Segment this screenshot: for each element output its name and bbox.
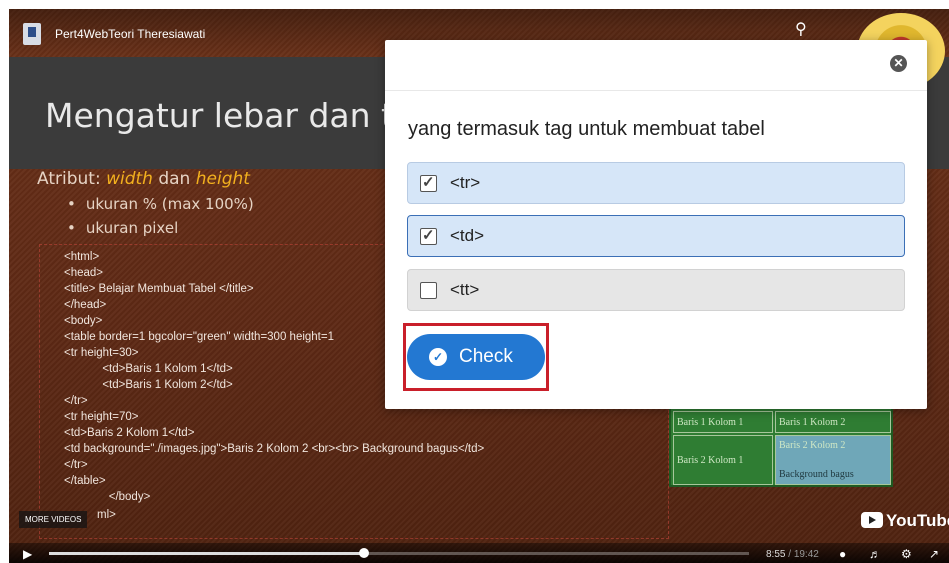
search-icon[interactable]: ⚲ <box>795 19 807 39</box>
progress-thumb[interactable] <box>359 548 369 558</box>
quiz-option-tr[interactable]: ✓ <tr> <box>407 162 905 204</box>
rendered-table-preview: Baris 1 Kolom 1 Baris 1 Kolom 2 Baris 2 … <box>669 407 893 487</box>
youtube-play-icon <box>861 512 883 528</box>
table-cell-text: Baris 1 Kolom 1 <box>677 417 744 428</box>
youtube-logo[interactable]: YouTube <box>861 511 949 531</box>
quiz-option-label: <td> <box>450 226 485 245</box>
table-cell-text: Baris 2 Kolom 1 <box>677 455 744 466</box>
time-total: 19:42 <box>793 549 819 560</box>
code-line: <html> <box>64 251 100 263</box>
code-line: </table> <box>64 475 106 487</box>
code-line: </tr> <box>64 395 88 407</box>
checkmark-circle-icon: ✓ <box>429 348 447 366</box>
code-line: <td background="./images.jpg">Baris 2 Ko… <box>64 443 485 455</box>
progress-bar[interactable] <box>49 548 749 558</box>
more-videos-button[interactable]: MORE VIDEOS <box>19 511 88 528</box>
attr-height: height <box>195 169 250 189</box>
table-cell-text: Background bagus <box>779 469 854 480</box>
attr-width: width <box>106 169 153 189</box>
channel-logo-icon[interactable] <box>23 23 41 45</box>
checkmark-icon: ✓ <box>422 174 435 191</box>
code-line: <body> <box>64 315 103 327</box>
quiz-modal: ✕ yang termasuk tag untuk membuat tabel … <box>385 40 927 409</box>
code-line: <title> Belajar Membuat Tabel </title> <box>64 283 254 295</box>
time-separator: / <box>785 549 794 560</box>
code-line: <td>Baris 1 Kolom 1</td> <box>64 363 233 375</box>
check-button[interactable]: ✓ Check <box>407 334 545 380</box>
quiz-option-label: <tt> <box>450 280 480 299</box>
quiz-option-tt[interactable]: <tt> <box>407 269 905 311</box>
code-line: <tr height=70> <box>64 411 139 423</box>
checkbox-checked[interactable]: ✓ <box>420 227 437 245</box>
attr-and: dan <box>152 169 196 189</box>
progress-played <box>49 552 364 555</box>
play-icon[interactable]: ▶ <box>23 547 32 561</box>
checkbox-unchecked[interactable] <box>420 282 437 299</box>
volume-icon[interactable]: ♬ <box>869 547 881 561</box>
code-line: </tr> <box>64 459 88 471</box>
checkbox-checked[interactable]: ✓ <box>420 174 437 192</box>
modal-divider <box>385 90 927 91</box>
close-icon[interactable]: ✕ <box>890 55 907 72</box>
check-button-label: Check <box>459 346 513 367</box>
fullscreen-icon[interactable]: ↗ <box>929 547 939 561</box>
code-line: ml> <box>97 509 116 521</box>
code-line: </head> <box>64 299 107 311</box>
quiz-option-label: <tr> <box>450 173 481 192</box>
time-display: 8:55 / 19:42 <box>766 549 819 560</box>
quiz-question: yang termasuk tag untuk membuat tabel <box>408 118 765 140</box>
channel-watermark-icon[interactable]: ● <box>839 547 846 561</box>
code-line: <td>Baris 2 Kolom 1</td> <box>64 427 195 439</box>
slide-bullet: ukuran pixel <box>67 219 178 237</box>
table-cell-text: Baris 2 Kolom 2 <box>779 440 846 451</box>
quiz-option-td[interactable]: ✓ <td> <box>407 215 905 257</box>
youtube-label: YouTube <box>886 511 949 530</box>
settings-gear-icon[interactable]: ⚙ <box>901 547 912 561</box>
video-title[interactable]: Pert4WebTeori Theresiawati <box>55 27 205 41</box>
code-line: <table border=1 bgcolor="green" width=30… <box>64 331 334 343</box>
table-cell-text: Baris 1 Kolom 2 <box>779 417 846 428</box>
code-line: </body> <box>64 491 151 503</box>
slide-attribute-line: Atribut: width dan height <box>37 169 250 189</box>
slide-bullet: ukuran % (max 100%) <box>67 195 254 213</box>
code-line: <head> <box>64 267 104 279</box>
time-current: 8:55 <box>766 549 786 560</box>
slide-title: Mengatur lebar dan ti <box>45 96 404 135</box>
attr-prefix: Atribut: <box>37 169 107 189</box>
checkmark-icon: ✓ <box>422 227 435 244</box>
code-line: <tr height=30> <box>64 347 139 359</box>
code-line: <td>Baris 1 Kolom 2</td> <box>64 379 233 391</box>
